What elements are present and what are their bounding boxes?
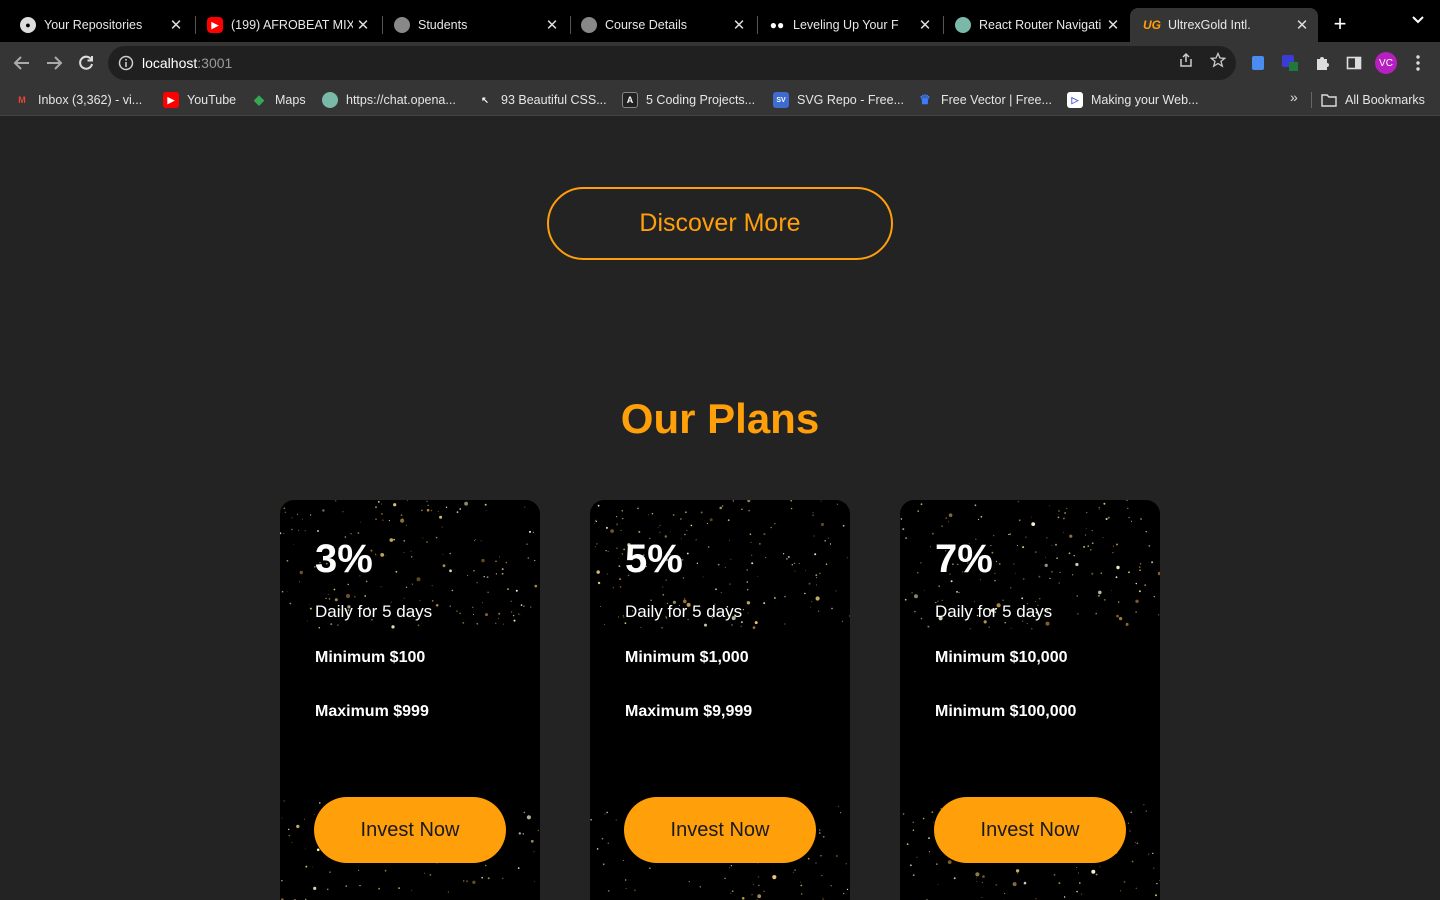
reload-button[interactable] [73,50,99,76]
plan-minimum: Minimum $1,000 [625,649,749,666]
plan-maximum: Maximum $9,999 [625,703,753,720]
back-button[interactable] [9,50,35,76]
close-tab-icon[interactable]: ✕ [353,16,373,34]
all-bookmarks-button[interactable]: All Bookmarks [1321,91,1425,109]
globe-icon [394,17,410,33]
bookmark-css-buttons[interactable]: ↖ 93 Beautiful CSS... [477,91,606,109]
close-tab-icon[interactable]: ✕ [729,16,749,34]
invest-now-button[interactable]: Invest Now [624,797,816,863]
plan-duration: Daily for 5 days [315,602,433,621]
address-host: localhost [142,55,198,71]
github-icon: ● [20,17,36,33]
cursor-icon: ↖ [481,94,489,105]
tab-strip: ● Your Repositories ✕ ▶ (199) AFROBEAT M… [0,0,1440,42]
bookmark-star-button[interactable] [1208,50,1228,70]
extension-colorpick-button[interactable] [1281,54,1299,72]
side-panel-icon [1346,56,1362,70]
document-icon [1252,56,1264,70]
tab-react-router[interactable]: React Router Navigati ✕ [941,8,1129,42]
tab-leveling-up[interactable]: ●● Leveling Up Your F ✕ [755,8,941,42]
bookmark-maps[interactable]: ◆ Maps [251,91,306,109]
close-tab-icon[interactable]: ✕ [166,16,186,34]
puzzle-icon [1317,57,1329,70]
svgrepo-icon: SV [773,92,789,108]
more-bookmarks-button[interactable]: » [1290,89,1298,105]
tab-students[interactable]: Students ✕ [380,8,568,42]
freepik-icon: ♛ [919,92,931,107]
bookmark-coding-projects[interactable]: A 5 Coding Projects... [622,91,755,109]
plans-section-title: Our Plans [620,395,820,442]
ug-logo-icon: UG [1143,18,1161,32]
bookmark-svg-repo[interactable]: SV SVG Repo - Free... [773,91,904,109]
browser-menu-button[interactable] [1409,54,1427,72]
kebab-menu-icon [1416,55,1420,71]
globe-icon [581,17,597,33]
address-port: :3001 [197,55,233,71]
plan-duration: Daily for 5 days [935,602,1053,621]
chatgpt-icon [322,92,338,108]
angular-icon: A [622,92,638,108]
play-icon: ▷ [1067,92,1083,108]
plan-maximum: Maximum $999 [315,703,429,720]
address-bar[interactable]: localhost:3001 [108,46,1236,80]
plan-percent: 5% [625,537,683,581]
forward-button[interactable] [41,50,67,76]
chevron-down-icon [1412,16,1424,24]
medium-icon: ●● [769,18,785,32]
plan-minimum: Minimum $10,000 [935,649,1068,666]
plan-card: 7% Daily for 5 days Minimum $10,000 Mini… [900,500,1160,900]
plan-card: 5% Daily for 5 days Minimum $1,000 Maxim… [590,500,850,900]
page-content: Discover More Our Plans 3% Daily for 5 d… [0,117,1440,900]
chatgpt-icon [955,17,971,33]
tab-course-details[interactable]: Course Details ✕ [567,8,755,42]
tab-ultrexgold[interactable]: UG UltrexGold Intl. ✕ [1130,8,1318,42]
browser-toolbar: localhost:3001 VC [0,42,1440,84]
close-tab-icon[interactable]: ✕ [1103,16,1123,34]
extensions-button[interactable] [1313,54,1331,72]
gmail-icon: M [18,95,26,105]
youtube-icon: ▶ [163,92,179,108]
bookmark-youtube[interactable]: ▶ YouTube [163,91,236,109]
close-tab-icon[interactable]: ✕ [915,16,935,34]
bookmark-free-vector[interactable]: ♛ Free Vector | Free... [917,91,1052,109]
extension-docs-button[interactable] [1249,54,1267,72]
folder-icon [1321,94,1337,107]
star-icon [1210,52,1226,68]
youtube-icon: ▶ [207,17,223,33]
bookmark-chatgpt[interactable]: https://chat.opena... [322,91,456,109]
color-picker-icon [1282,55,1298,71]
invest-now-button[interactable]: Invest Now [314,797,506,863]
plan-duration: Daily for 5 days [625,602,743,621]
bookmark-making-web[interactable]: ▷ Making your Web... [1067,91,1198,109]
tab-your-repositories[interactable]: ● Your Repositories ✕ [6,8,192,42]
side-panel-button[interactable] [1345,54,1363,72]
plan-minimum: Minimum $100 [315,649,426,666]
bookmark-inbox[interactable]: M Inbox (3,362) - vi... [14,91,142,109]
plan-percent: 3% [315,537,373,581]
bookmarks-bar: M Inbox (3,362) - vi... ▶ YouTube ◆ Maps… [0,84,1440,116]
plan-percent: 7% [935,537,993,581]
invest-now-button[interactable]: Invest Now [934,797,1126,863]
tab-afrobeat-mix[interactable]: ▶ (199) AFROBEAT MIX ✕ [193,8,379,42]
arrow-right-icon [47,56,63,70]
maps-icon: ◆ [254,92,264,107]
bookmarks-divider [1311,92,1312,108]
close-tab-icon[interactable]: ✕ [542,16,562,34]
arrow-left-icon [13,56,29,70]
plan-maximum: Minimum $100,000 [935,703,1077,720]
discover-more-button[interactable]: Discover More [547,187,893,260]
reload-icon [79,55,93,70]
close-tab-icon[interactable]: ✕ [1292,16,1312,34]
plan-card: 3% Daily for 5 days Minimum $100 Maximum… [280,500,540,900]
tab-search-button[interactable] [1406,12,1430,36]
info-icon[interactable] [118,55,134,71]
profile-avatar[interactable]: VC [1375,52,1397,74]
new-tab-button[interactable]: + [1328,12,1352,36]
share-icon [1180,52,1192,67]
share-button[interactable] [1176,50,1196,70]
